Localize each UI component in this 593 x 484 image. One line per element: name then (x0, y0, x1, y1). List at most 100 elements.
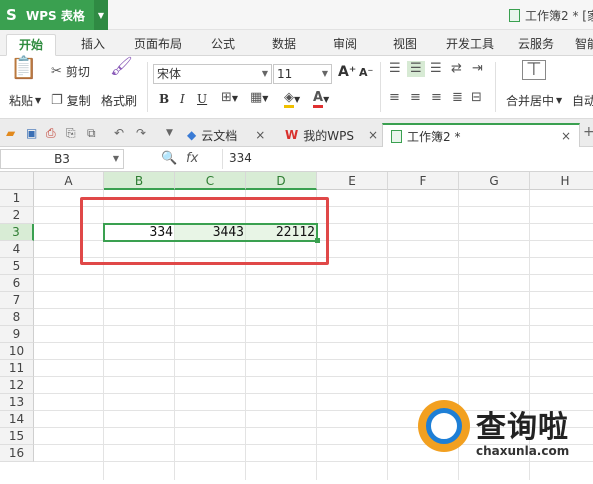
tab-my-wps[interactable]: W 我的WPS × (285, 123, 378, 147)
column-header-e[interactable]: E (317, 172, 388, 190)
format-painter-icon-button[interactable]: 🖌 (110, 58, 133, 76)
tab-formulas[interactable]: 公式 (211, 34, 235, 56)
zoom-icon[interactable]: 🔍 (161, 151, 177, 166)
print-preview-icon[interactable]: ⎙ (46, 126, 56, 141)
row-header-6[interactable]: 6 (0, 275, 34, 292)
column-gridline (387, 190, 388, 480)
auto-wrap-button[interactable]: 自动 (572, 92, 593, 109)
row-header-3[interactable]: 3 (0, 224, 34, 241)
save-icon[interactable]: ▣ (26, 126, 37, 140)
close-icon[interactable]: × (561, 129, 571, 143)
align-top-button[interactable]: ☰ (389, 62, 401, 76)
chevron-down-icon: ▼ (323, 95, 330, 104)
paste-menu[interactable]: 粘贴 ▼ (9, 92, 41, 109)
align-right-button[interactable]: ≡ (431, 91, 442, 105)
copy-button[interactable]: ❐ 复制 (51, 92, 91, 109)
align-right-icon: ≡ (431, 90, 442, 105)
tab-view[interactable]: 视图 (393, 34, 417, 56)
borders-button[interactable]: ⊞ ▼ (221, 91, 238, 105)
close-icon[interactable]: × (255, 128, 265, 142)
justify-button[interactable]: ≣ (452, 91, 463, 105)
fill-color-button[interactable]: ◈ ▼ (284, 91, 300, 108)
tab-workbook2[interactable]: 工作簿2 * × (382, 123, 580, 147)
borders-icon: ⊞ (221, 90, 232, 105)
decrease-font-size-button[interactable]: A⁻ (359, 66, 373, 79)
row-header-9[interactable]: 9 (0, 326, 34, 343)
column-header-h[interactable]: H (530, 172, 593, 190)
row-header-15[interactable]: 15 (0, 428, 34, 445)
formula-input[interactable]: 334 (222, 149, 593, 169)
indent-button[interactable]: ⇥ (472, 62, 483, 76)
print-icon[interactable]: ⎘ (66, 126, 76, 141)
bold-button[interactable]: B (159, 92, 169, 106)
column-header-a[interactable]: A (34, 172, 104, 190)
tab-insert[interactable]: 插入 (81, 34, 105, 56)
row-gridline (34, 274, 593, 275)
undo-icon[interactable]: ↶ (114, 126, 124, 140)
open-folder-icon[interactable]: ▰ (6, 126, 15, 140)
merge-center-button[interactable]: 合并居中 ▼ (506, 92, 562, 109)
tab-page-layout[interactable]: 页面布局 (134, 34, 182, 56)
column-header-g[interactable]: G (459, 172, 530, 190)
italic-button[interactable]: I (180, 92, 185, 106)
tab-review[interactable]: 审阅 (333, 34, 357, 56)
paste-button[interactable]: 📋 (10, 58, 37, 80)
row-header-8[interactable]: 8 (0, 309, 34, 326)
font-color-button[interactable]: A ▼ (313, 91, 329, 108)
tab-data[interactable]: 数据 (272, 34, 296, 56)
merge-center-label: 合并居中 (506, 94, 555, 108)
row-header-1[interactable]: 1 (0, 190, 34, 207)
underline-button[interactable]: U (197, 92, 207, 106)
wps-app-menu-button[interactable]: S WPS 表格 (0, 0, 94, 30)
row-header-12[interactable]: 12 (0, 377, 34, 394)
row-gridline (34, 291, 593, 292)
redo-icon[interactable]: ↷ (136, 126, 146, 140)
align-bottom-button[interactable]: ☰ (430, 62, 442, 76)
font-size-select[interactable]: 11 ▼ (273, 64, 332, 84)
new-tab-icon[interactable]: + (583, 124, 593, 140)
column-header-d[interactable]: D (246, 172, 317, 190)
chevron-down-icon: ▼ (556, 96, 563, 105)
column-header-c[interactable]: C (175, 172, 246, 190)
tab-cloud-docs[interactable]: ◆ 云文档 × (187, 123, 265, 147)
row-header-2[interactable]: 2 (0, 207, 34, 224)
row-header-14[interactable]: 14 (0, 411, 34, 428)
row-header-7[interactable]: 7 (0, 292, 34, 309)
increase-font-size-button[interactable]: A⁺ (338, 64, 356, 80)
font-name-select[interactable]: 宋体 ▼ (153, 64, 272, 84)
copy-label: 复制 (66, 94, 91, 108)
merge-center-icon-button[interactable]: ⊤ (522, 60, 546, 80)
row-gridline (34, 342, 593, 343)
close-icon[interactable]: × (368, 128, 378, 142)
align-center-button[interactable]: ≡ (410, 91, 421, 105)
tab-cloud-service[interactable]: 云服务 (518, 34, 554, 56)
name-box[interactable]: B3 ▼ (0, 149, 124, 169)
row-header-13[interactable]: 13 (0, 394, 34, 411)
format-painter-button[interactable]: 格式刷 (101, 92, 137, 109)
cloud-icon: ◆ (187, 128, 197, 142)
cut-button[interactable]: ✂ 剪切 (51, 63, 90, 80)
row-header-16[interactable]: 16 (0, 445, 34, 462)
row-header-5[interactable]: 5 (0, 258, 34, 275)
tab-home[interactable]: 开始 (6, 34, 57, 56)
row-header-10[interactable]: 10 (0, 343, 34, 360)
insert-function-button[interactable]: fx (186, 151, 198, 166)
app-menu-dropdown-icon[interactable]: ▼ (94, 0, 108, 30)
tab-smart[interactable]: 智能 (575, 34, 593, 56)
preview-icon[interactable]: ⧉ (87, 126, 96, 141)
align-left-button[interactable]: ≡ (389, 91, 400, 105)
my-wps-label: 我的WPS (303, 128, 354, 143)
cell-style-button[interactable]: ▦ ▼ (250, 91, 268, 105)
column-header-b[interactable]: B (104, 172, 175, 190)
row-header-11[interactable]: 11 (0, 360, 34, 377)
formula-bar: B3 ▼ 🔍 fx 334 (0, 147, 593, 172)
tab-developer[interactable]: 开发工具 (446, 34, 494, 56)
wrap-button[interactable]: ⇄ (451, 62, 462, 76)
row-header-4[interactable]: 4 (0, 241, 34, 258)
select-all-corner[interactable] (0, 172, 34, 190)
chevron-down-icon: ▼ (231, 93, 239, 103)
quick-access-dropdown-icon[interactable]: ▼ (166, 128, 173, 138)
distributed-button[interactable]: ⊟ (471, 91, 482, 105)
column-header-f[interactable]: F (388, 172, 459, 190)
align-middle-button[interactable]: ☰ (407, 61, 425, 77)
